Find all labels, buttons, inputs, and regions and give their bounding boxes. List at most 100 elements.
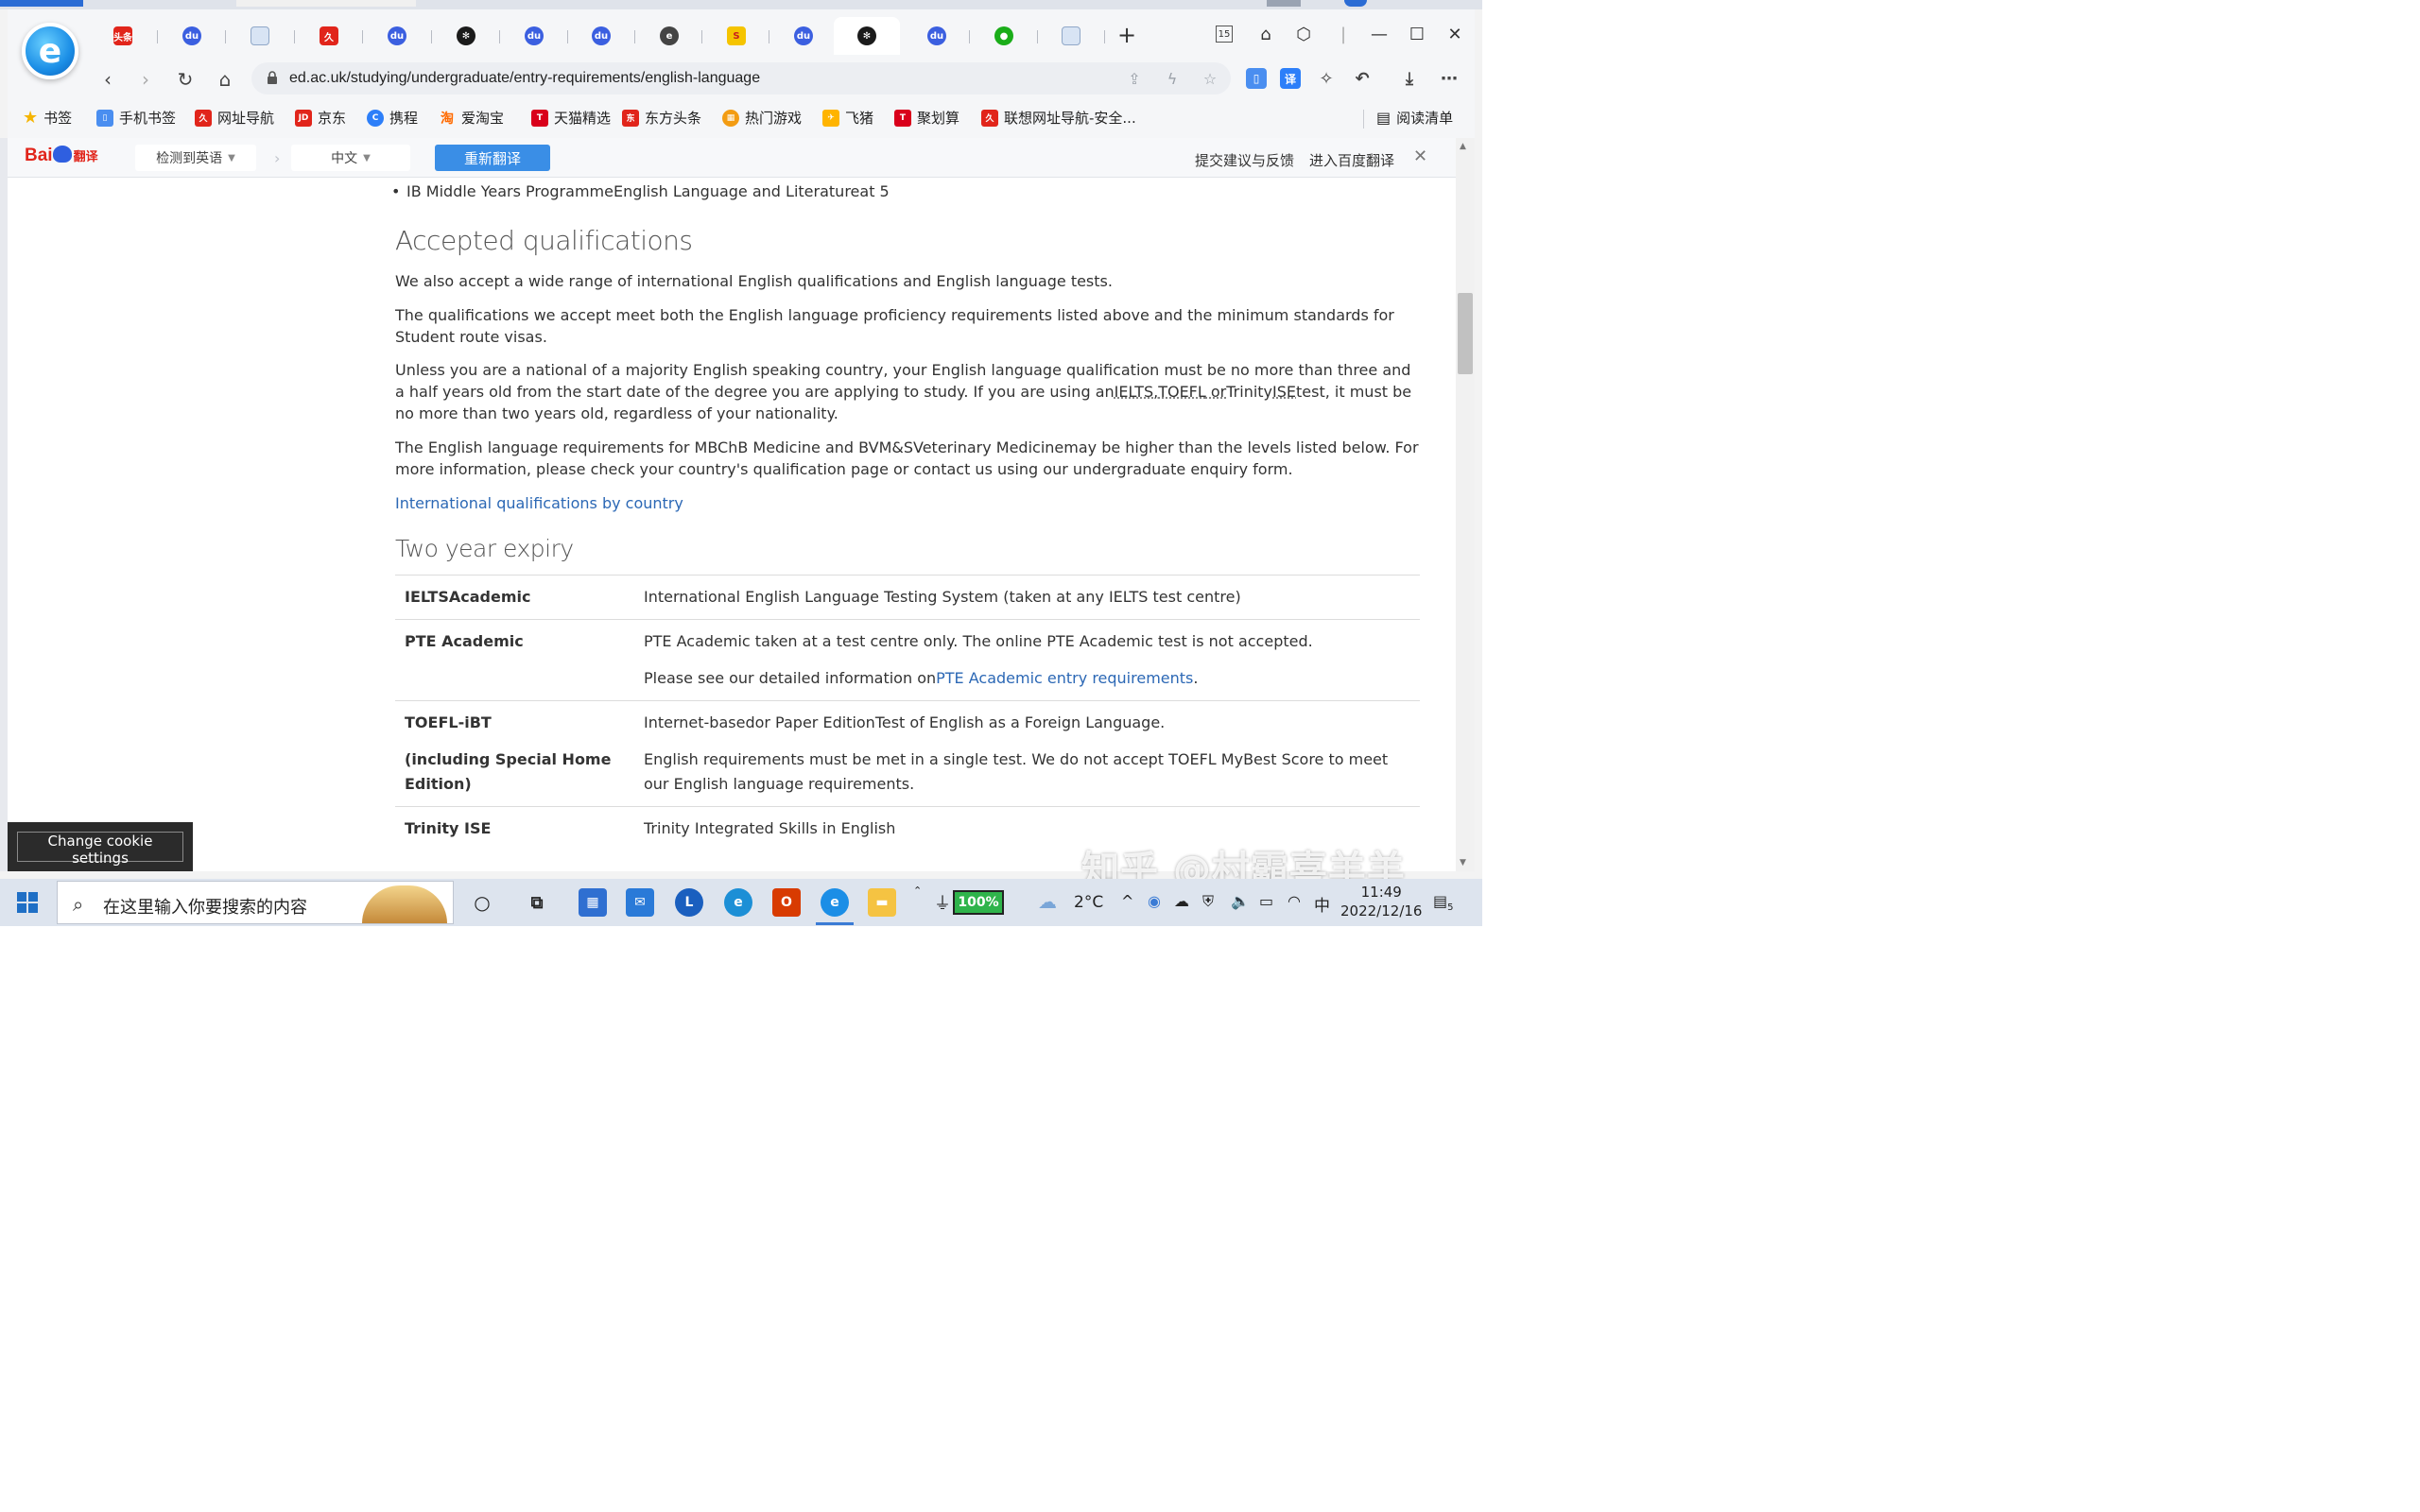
file-explorer-icon[interactable]: ▬ — [868, 888, 896, 917]
tab-separator — [499, 30, 500, 43]
extensions-icon[interactable]: ⬡ — [1291, 23, 1316, 45]
bookmark-item[interactable]: ▦ 热门游戏 — [722, 108, 802, 128]
ime-indicator[interactable]: 中 — [1314, 892, 1330, 916]
ie-browser-icon[interactable]: e — [821, 888, 849, 917]
table-row: IELTSAcademic International English Lang… — [395, 576, 1420, 620]
minimize-icon[interactable]: — — [1367, 23, 1392, 45]
lightning-icon[interactable]: ϟ — [1163, 70, 1182, 89]
section-heading-accepted: Accepted qualifications — [395, 225, 693, 256]
bookmark-item[interactable]: 东东方头条 — [622, 108, 701, 128]
battery-indicator[interactable]: 100% — [953, 890, 1004, 915]
tab-document-2[interactable] — [1038, 17, 1104, 55]
university-crest-icon: ✻ — [457, 26, 475, 45]
share-icon[interactable]: ⇪ — [1125, 70, 1144, 89]
bookmark-item[interactable]: 淘爱淘宝 — [439, 108, 504, 128]
pte-requirements-link[interactable]: PTE Academic entry requirements — [936, 669, 1193, 687]
bookmark-label: 爱淘宝 — [461, 110, 505, 127]
tab-toutiao[interactable]: 头条 — [90, 17, 156, 55]
mouse-extension-icon[interactable]: ▯ — [1246, 68, 1267, 89]
scrollbar-track[interactable] — [1456, 138, 1475, 871]
forward-icon[interactable]: › — [132, 66, 159, 93]
volume-icon[interactable]: 🔈 — [1231, 892, 1250, 910]
wifi-icon[interactable]: ◠ — [1288, 892, 1301, 910]
new-tab-button[interactable]: + — [1115, 24, 1138, 47]
notification-icon[interactable]: ▤5 — [1433, 892, 1454, 913]
change-cookie-settings-button[interactable]: Change cookie settings — [17, 832, 183, 867]
bookmark-label: 东方头条 — [645, 110, 702, 127]
tab-count-badge[interactable]: 15 — [1216, 26, 1233, 43]
temperature[interactable]: 2°C — [1074, 893, 1103, 912]
source-language-select[interactable]: 检测到英语 ▼ — [135, 145, 256, 171]
taskbar-clock[interactable]: 11:49 2022/12/16 — [1340, 883, 1422, 920]
reading-list-button[interactable]: ▤ 阅读清单 — [1376, 108, 1453, 128]
close-window-icon[interactable]: ✕ — [1443, 23, 1467, 45]
reload-icon[interactable]: ↻ — [172, 66, 199, 93]
office-icon[interactable]: O — [772, 888, 801, 917]
tray-expand-icon[interactable]: ^ — [1121, 892, 1133, 910]
tray-app-icon[interactable]: ◉ — [1148, 892, 1161, 910]
maximize-icon[interactable]: ☐ — [1405, 23, 1429, 45]
task-view-icon[interactable]: ⧉ — [523, 888, 551, 917]
address-bar[interactable]: ed.ac.uk/studying/undergraduate/entry-re… — [251, 62, 1231, 94]
bookmark-item[interactable]: JD 京东 — [295, 108, 346, 128]
star-icon[interactable]: ☆ — [1201, 70, 1219, 89]
home-icon[interactable]: ⌂ — [212, 66, 238, 93]
tab-document[interactable] — [227, 17, 293, 55]
bookmark-item[interactable]: T 聚划算 — [894, 108, 959, 128]
bookmark-item[interactable]: ★ 书签 — [23, 108, 72, 128]
browser-chrome: e 头条 du 久 du ✻ du du e S du ✻ du ● + 15 … — [8, 9, 1475, 138]
arrow-right-icon: › — [274, 149, 281, 167]
bookmark-item[interactable]: 久联想网址导航-安全... — [981, 108, 1136, 128]
tab-baidu-5[interactable]: du — [770, 17, 837, 55]
menu-dots-icon[interactable]: ⋯ — [1439, 68, 1460, 89]
incognito-icon[interactable]: ⌂ — [1253, 23, 1278, 45]
tab-separator — [362, 30, 363, 43]
tab-s-app[interactable]: S — [703, 17, 769, 55]
tab-baidu-2[interactable]: du — [364, 17, 430, 55]
cookie-panel: Change cookie settings — [8, 822, 193, 871]
tab-edinburgh-active[interactable]: ✻ — [834, 17, 900, 55]
tab-edinburgh[interactable]: ✻ — [433, 17, 499, 55]
tab-wechat[interactable]: ● — [971, 17, 1037, 55]
tab-separator — [225, 30, 226, 43]
windows-start-icon[interactable] — [17, 892, 38, 913]
tab-e-browser[interactable]: e — [636, 17, 702, 55]
tab-baidu-3[interactable]: du — [501, 17, 567, 55]
chevron-up-icon[interactable]: ⌃ — [913, 885, 922, 897]
puzzle-icon[interactable]: ✧ — [1316, 68, 1337, 89]
cortana-icon[interactable]: ○ — [468, 888, 496, 917]
open-baidu-translate-link[interactable]: 进入百度翻译 — [1309, 150, 1394, 170]
bookmark-item[interactable]: ▯ 手机书签 — [96, 108, 176, 128]
bookmark-item[interactable]: T 天猫精选 — [531, 108, 611, 128]
back-icon[interactable]: ‹ — [95, 66, 121, 93]
feedback-link[interactable]: 提交建议与反馈 — [1195, 150, 1294, 170]
target-language-select[interactable]: 中文 ▼ — [291, 145, 410, 171]
qualifications-table: IELTSAcademic International English Lang… — [395, 575, 1420, 864]
undo-icon[interactable]: ↶ — [1352, 68, 1373, 89]
taskbar-search-box[interactable]: ⌕ 在这里输入你要搜索的内容 — [57, 881, 454, 924]
retranslate-button[interactable]: 重新翻译 — [435, 145, 550, 171]
bookmark-item[interactable]: 久网址导航 — [195, 108, 274, 128]
tab-baidu-6[interactable]: du — [904, 17, 970, 55]
mail-icon[interactable]: ✉ — [626, 888, 654, 917]
tab-baidu-4[interactable]: du — [568, 17, 634, 55]
bookmark-item[interactable]: C 携程 — [367, 108, 418, 128]
close-translate-icon[interactable]: ✕ — [1413, 146, 1427, 166]
bookmark-item[interactable]: ✈ 飞猪 — [822, 108, 873, 128]
tab-baidu[interactable]: du — [159, 17, 225, 55]
scroll-up-icon[interactable]: ▲ — [1460, 142, 1466, 151]
translate-extension-icon[interactable]: 译 — [1280, 68, 1301, 89]
tab-navigation[interactable]: 久 — [296, 17, 362, 55]
lenovo-app-icon[interactable]: L — [675, 888, 703, 917]
international-qualifications-link[interactable]: International qualifications by country — [395, 494, 683, 512]
scrollbar-thumb[interactable] — [1458, 293, 1473, 374]
bookmark-label: 手机书签 — [119, 110, 177, 127]
onedrive-icon[interactable]: ☁ — [1174, 892, 1189, 910]
store-icon[interactable]: ▦ — [579, 888, 607, 917]
scroll-down-icon[interactable]: ▼ — [1460, 858, 1466, 868]
security-icon[interactable]: ⛨ — [1202, 892, 1214, 911]
edge-icon[interactable]: e — [724, 888, 752, 917]
tab-separator — [1104, 30, 1105, 43]
download-icon[interactable]: ⤓ — [1399, 68, 1420, 89]
power-icon[interactable]: ▭ — [1259, 892, 1273, 910]
